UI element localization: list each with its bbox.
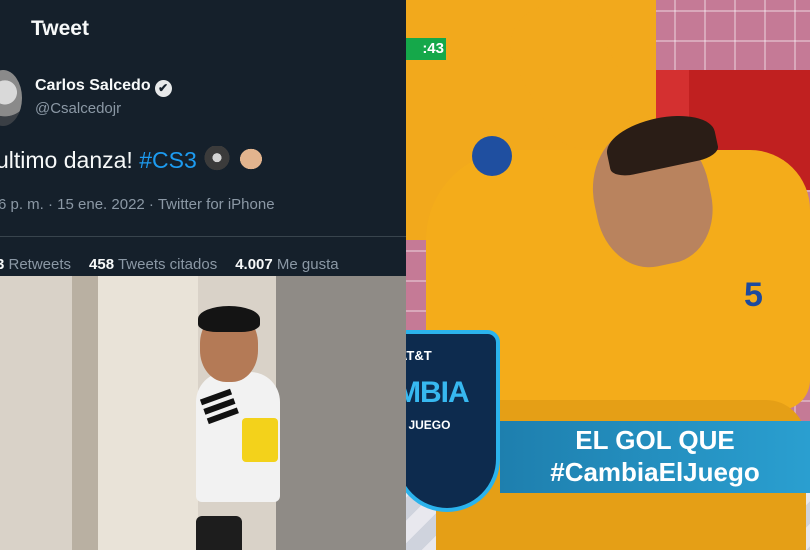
tweet-stats: 3 Retweets 458 Tweets citados 4.007 Me gus… <box>0 256 339 273</box>
sponsor-name: AT&T <box>406 348 432 363</box>
banner-headline: EL GOL QUE <box>575 425 735 455</box>
wall <box>98 276 198 550</box>
author-handle[interactable]: @Csalcedojr <box>35 100 121 117</box>
hashtag-link[interactable]: #CS3 <box>139 147 197 173</box>
yellow-towel <box>242 418 278 462</box>
tweet-meta[interactable]: 6 p. m. · 15 ene. 2022 · Twitter for iPh… <box>0 196 275 213</box>
tweet-text: ultimo danza! #CS3 <box>0 146 265 174</box>
club-crest-icon <box>472 136 512 176</box>
tweet-header-title: Tweet <box>31 17 89 40</box>
likes-label: Me gusta <box>272 256 339 273</box>
author-name[interactable]: Carlos Salcedo <box>35 77 151 94</box>
author-name-row[interactable]: Carlos Salcedo ✔ <box>35 77 172 97</box>
retweets-label: Retweets <box>4 256 72 273</box>
sponsor-badge: AT&T MBIA L JUEGO <box>406 330 500 512</box>
quotes-label: Tweets citados <box>114 256 218 273</box>
locker-room-video-frame <box>0 276 406 550</box>
badge-title: MBIA <box>406 376 470 409</box>
fist-emoji-icon <box>236 146 265 172</box>
gorilla-emoji-icon <box>202 146 231 172</box>
match-clock: :43 <box>406 38 446 60</box>
tweet-text-prefix: ultimo danza! <box>0 147 140 173</box>
likes-count: 4.007 <box>235 256 273 273</box>
lower-third-banner: EL GOL QUE #CambiaElJuego <box>500 421 810 493</box>
divider <box>0 236 406 237</box>
quotes-stat[interactable]: 458 Tweets citados <box>89 256 217 273</box>
player-hair <box>198 306 260 332</box>
match-broadcast-frame: 5 :43 AT&T MBIA L JUEGO EL GOL QUE #Camb… <box>406 0 810 550</box>
door-edge <box>72 276 98 550</box>
badge-subtitle: L JUEGO <box>406 418 451 432</box>
tweet-panel: Tweet Carlos Salcedo ✔ @Csalcedojr ultimo… <box>0 0 406 276</box>
quotes-count: 458 <box>89 256 115 273</box>
bag <box>196 516 242 550</box>
retweets-stat[interactable]: 3 Retweets <box>0 256 71 273</box>
verified-check-icon: ✔ <box>154 80 172 97</box>
likes-stat[interactable]: 4.007 Me gusta <box>235 256 338 273</box>
avatar[interactable] <box>0 70 22 126</box>
banner-hashtag: #CambiaElJuego <box>550 457 760 487</box>
jersey-number: 5 <box>744 276 763 314</box>
door-frame <box>276 276 406 550</box>
